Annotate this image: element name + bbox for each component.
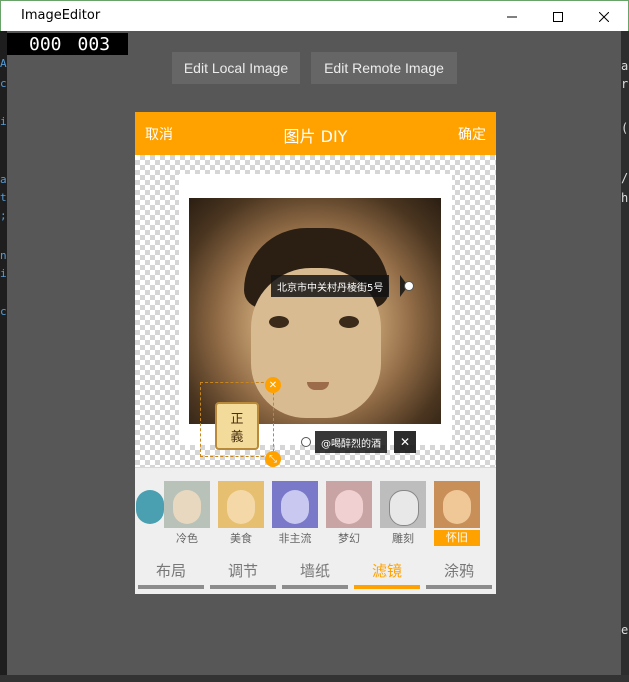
close-icon — [599, 11, 609, 22]
user-tag[interactable]: @喝醉烈的酒 — [315, 431, 387, 453]
fps-counter: 000 003 — [7, 33, 128, 55]
filter-thumb-nonmainstream[interactable] — [272, 481, 318, 528]
window-title: ImageEditor — [21, 8, 101, 23]
tab-adjust[interactable]: 调节 — [210, 551, 276, 594]
edit-canvas: 北京市中关村丹棱街5号 正 義 ✕ ⤡ @喝醉烈的酒 ✕ — [135, 155, 496, 467]
tab-layout-label: 布局 — [155, 562, 186, 580]
tab-doodle-underline — [426, 585, 492, 589]
editor-tabs: 布局 调节 墙纸 滤镜 涂鸦 — [135, 551, 496, 594]
tab-filter[interactable]: 滤镜 — [354, 551, 420, 594]
background-ide-left: Aci a t; nic — [0, 31, 7, 682]
confirm-button[interactable]: 确定 — [458, 124, 486, 144]
background-ide-right: a r( / h e — [621, 31, 629, 682]
image-editor-dialog: 取消 图片 DIY 确定 北京市中关村丹棱街5号 正 義 ✕ ⤡ @喝醉烈的酒 … — [135, 112, 496, 594]
sticker-char-2: 義 — [230, 430, 244, 445]
user-tag-close-icon[interactable]: ✕ — [394, 431, 416, 453]
user-tag-anchor[interactable] — [301, 437, 311, 447]
filter-thumb-food[interactable] — [218, 481, 264, 528]
sticker-char-1: 正 — [230, 412, 244, 427]
filter-thumb-nostalgia[interactable] — [434, 481, 480, 528]
minimize-button[interactable] — [489, 1, 535, 32]
editor-header: 取消 图片 DIY 确定 — [135, 112, 496, 155]
tab-doodle[interactable]: 涂鸦 — [426, 551, 492, 594]
filter-thumb-engrave[interactable] — [380, 481, 426, 528]
maximize-button[interactable] — [535, 1, 581, 32]
tab-filter-underline — [354, 585, 420, 589]
tab-wallpaper-underline — [282, 585, 348, 589]
filter-label-nostalgia: 怀旧 — [434, 530, 480, 546]
tab-wallpaper[interactable]: 墙纸 — [282, 551, 348, 594]
filter-strip: 冷色 美食 非主流 梦幻 雕刻 怀旧 — [135, 467, 496, 552]
sticker-resize-icon[interactable]: ⤡ — [265, 451, 281, 467]
filter-label-dream: 梦幻 — [338, 532, 360, 545]
edit-remote-image-button[interactable]: Edit Remote Image — [311, 52, 457, 84]
tab-filter-label: 滤镜 — [371, 562, 402, 580]
filter-label-food: 美食 — [230, 532, 252, 545]
editor-title: 图片 DIY — [283, 127, 348, 146]
fps-right: 003 — [77, 33, 111, 55]
tab-adjust-underline — [210, 585, 276, 589]
justice-scroll-sticker[interactable]: 正 義 — [215, 402, 259, 450]
bottom-strip — [0, 675, 629, 682]
close-window-button[interactable] — [581, 1, 627, 32]
fps-left: 000 — [29, 33, 62, 55]
tab-layout-underline — [138, 585, 204, 589]
filter-thumb-dream[interactable] — [326, 481, 372, 528]
location-tag-anchor[interactable] — [404, 281, 414, 291]
tab-doodle-label: 涂鸦 — [443, 562, 474, 580]
edit-local-image-button[interactable]: Edit Local Image — [172, 52, 300, 84]
minimize-icon — [507, 16, 517, 17]
tab-layout[interactable]: 布局 — [138, 551, 204, 594]
filter-label-cold: 冷色 — [176, 532, 198, 545]
location-tag[interactable]: 北京市中关村丹棱街5号 — [271, 275, 390, 297]
maximize-icon — [553, 11, 563, 22]
tab-wallpaper-label: 墙纸 — [299, 562, 330, 580]
filter-thumb-cold[interactable] — [164, 481, 210, 528]
tab-adjust-label: 调节 — [227, 562, 258, 580]
filter-label-engrave: 雕刻 — [392, 532, 414, 545]
title-bar: ImageEditor — [1, 1, 628, 32]
sticker-delete-icon[interactable]: ✕ — [265, 377, 281, 393]
filter-label-nonmainstream: 非主流 — [278, 532, 312, 545]
